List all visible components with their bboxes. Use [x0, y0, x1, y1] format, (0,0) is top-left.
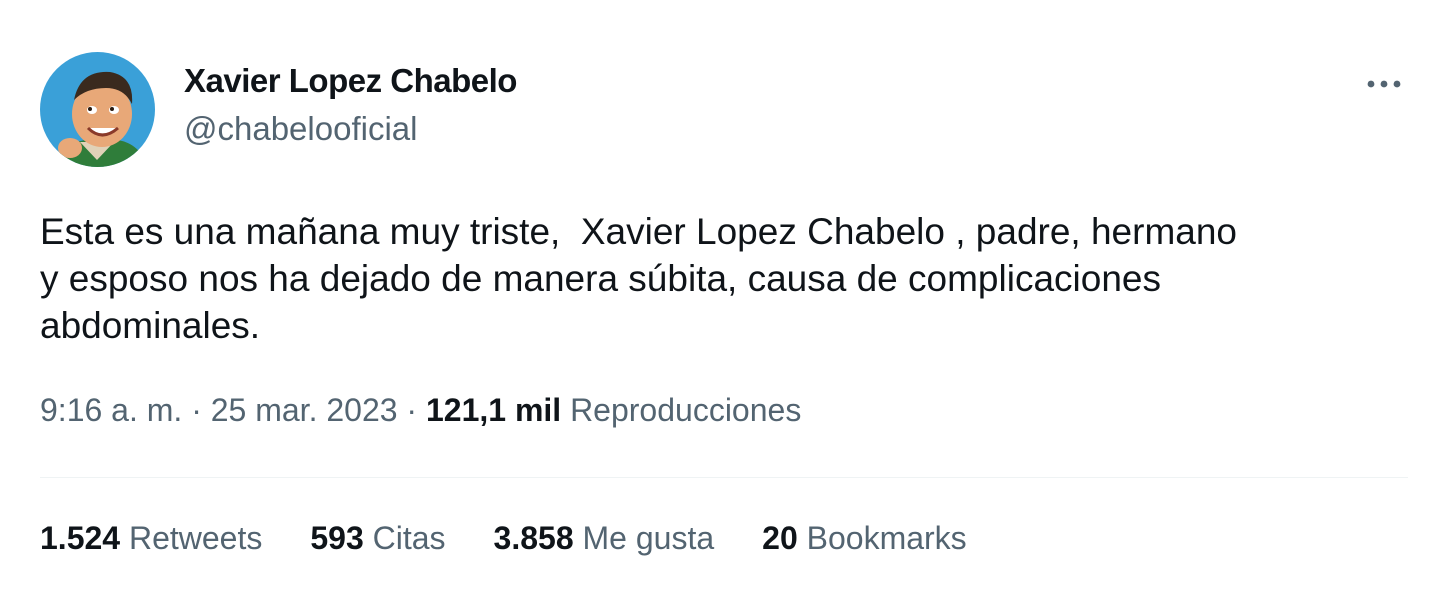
more-horizontal-icon [1367, 80, 1401, 88]
user-handle[interactable]: @chabelooficial [184, 110, 417, 148]
tweet-date[interactable]: 25 mar. 2023 [211, 392, 398, 428]
tweet-stats: 1.524 Retweets 593 Citas 3.858 Me gusta … [40, 520, 967, 557]
stat-label: Retweets [128, 520, 263, 556]
display-name[interactable]: Xavier Lopez Chabelo [184, 62, 517, 100]
stat-likes[interactable]: 3.858 Me gusta [494, 520, 715, 557]
more-options-button[interactable] [1360, 62, 1408, 106]
meta-separator: · [397, 392, 426, 428]
avatar[interactable] [40, 52, 155, 167]
meta-separator: · [182, 392, 211, 428]
tweet-card: Xavier Lopez Chabelo @chabelooficial Est… [0, 0, 1440, 598]
divider [40, 477, 1408, 478]
stat-count: 593 [310, 520, 364, 556]
stat-bookmarks[interactable]: 20 Bookmarks [762, 520, 967, 557]
stat-label: Citas [372, 520, 446, 556]
tweet-meta: 9:16 a. m. · 25 mar. 2023 · 121,1 mil Re… [40, 392, 801, 429]
stat-count: 20 [762, 520, 798, 556]
views-label: Reproducciones [570, 392, 802, 428]
tweet-text: Esta es una mañana muy triste, Xavier Lo… [40, 211, 1238, 346]
stat-label: Me gusta [582, 520, 715, 556]
stat-quotes[interactable]: 593 Citas [310, 520, 445, 557]
stat-count: 1.524 [40, 520, 121, 556]
views-count: 121,1 mil [425, 392, 562, 428]
avatar-image [40, 52, 155, 167]
stat-retweets[interactable]: 1.524 Retweets [40, 520, 262, 557]
stat-count: 3.858 [493, 520, 574, 556]
tweet-time[interactable]: 9:16 a. m. [40, 392, 182, 428]
stat-label: Bookmarks [806, 520, 967, 556]
